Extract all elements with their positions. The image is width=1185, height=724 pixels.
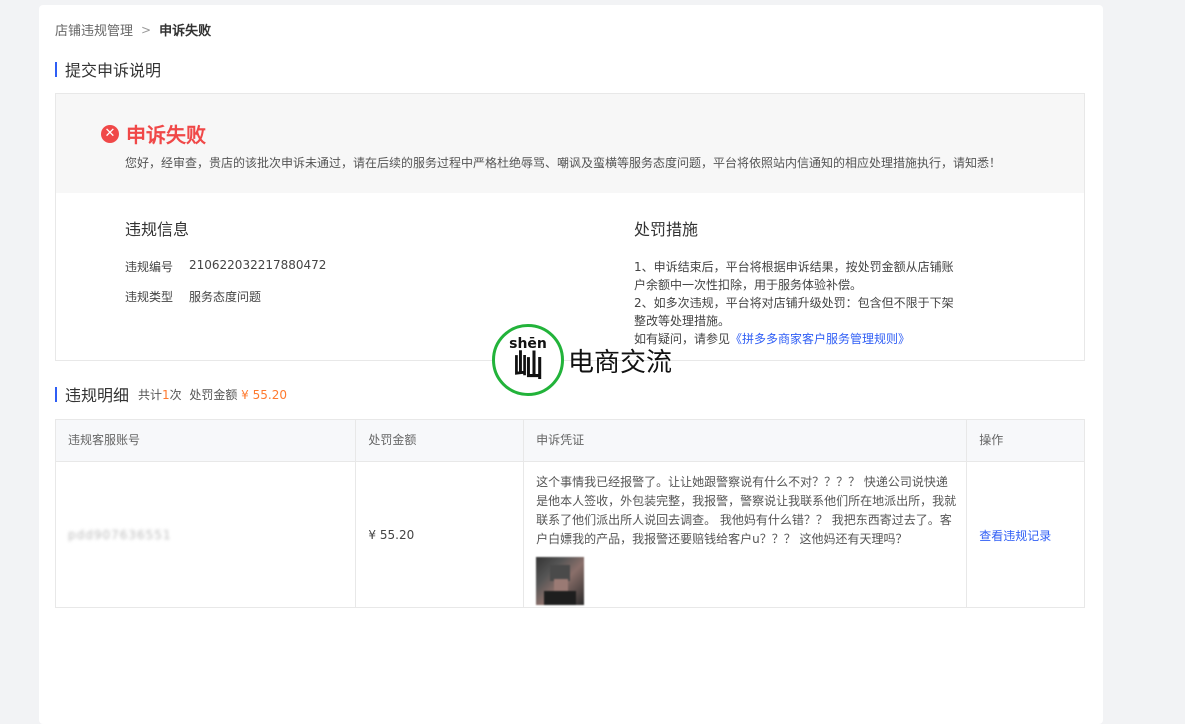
account-value: pdd907636551 (68, 528, 172, 542)
penalty-line-2: 2、如多次违规，平台将对店铺升级处罚：包含但不限于下架整改等处理措施。 (634, 296, 954, 328)
watermark-circle: shēn 屾 (492, 324, 564, 396)
total-suffix: 次 (169, 387, 182, 402)
result-status: ✕ 申诉失败 (101, 119, 206, 148)
result-description: 您好，经审查，贵店的该批次申诉未通过，请在后续的服务过程中严格杜绝辱骂、嘲讽及蛮… (125, 156, 1002, 170)
result-status-text: 申诉失败 (126, 123, 206, 147)
evidence-image-thumbnail[interactable] (536, 557, 585, 605)
violation-info-title: 违规信息 (125, 220, 190, 239)
breadcrumb-current: 申诉失败 (159, 24, 212, 39)
total-prefix: 共计 (138, 387, 163, 402)
appeal-result-box: ✕ 申诉失败 您好，经审查，贵店的该批次申诉未通过，请在后续的服务过程中严格杜绝… (55, 93, 1085, 361)
evidence-cell: 这个事情我已经报警了。让让她跟警察说有什么不对？？？？ 快递公司说快递是他本人签… (524, 462, 968, 608)
detail-section-title: 违规明细 共计1次 处罚金额 ¥ 55.20 (55, 382, 287, 406)
penalty-text: 1、申诉结束后，平台将根据申诉结果，按处罚金额从店铺账户余额中一次性扣除，用于服… (634, 258, 959, 348)
account-cell: pdd907636551 (56, 462, 357, 608)
violation-number-label: 违规编号 (125, 260, 174, 274)
header-account: 违规客服账号 (56, 420, 357, 461)
close-circle-icon: ✕ (101, 124, 119, 143)
action-cell: 查看违规记录 (967, 462, 1084, 608)
watermark-text: 电商交流 (568, 347, 673, 378)
violation-type-value: 服务态度问题 (189, 290, 262, 304)
result-header: ✕ 申诉失败 您好，经审查，贵店的该批次申诉未通过，请在后续的服务过程中严格杜绝… (56, 94, 1084, 193)
violation-type-row: 违规类型 服务态度问题 (125, 288, 326, 305)
breadcrumb-parent-link[interactable]: 店铺违规管理 (55, 20, 133, 39)
appeal-section-title-text: 提交申诉说明 (65, 61, 162, 80)
penalty-line-3: 如有疑问，请参见《拼多多商家客户服务管理规则》 (634, 330, 959, 348)
header-evidence: 申诉凭证 (524, 420, 968, 461)
table-header: 违规客服账号 处罚金额 申诉凭证 操作 (56, 420, 1084, 462)
header-action: 操作 (979, 433, 1004, 447)
violation-type-label: 违规类型 (125, 290, 174, 304)
amount-label: 处罚金额 (189, 387, 238, 402)
watermark-char: 屾 (513, 349, 543, 384)
view-violation-record-link[interactable]: 查看违规记录 (979, 527, 1051, 544)
rules-link[interactable]: 《拼多多商家客户服务管理规则》 (730, 332, 910, 346)
appeal-section-title: 提交申诉说明 (55, 57, 161, 81)
detail-section-title-text: 违规明细 (65, 386, 130, 405)
breadcrumb-separator: > (141, 22, 152, 37)
violation-info: 违规信息 违规编号 210622032217880472 违规类型 服务态度问题 (125, 216, 326, 318)
penalty-title: 处罚措施 (634, 220, 699, 239)
violation-number-row: 违规编号 210622032217880472 (125, 258, 326, 275)
evidence-text: 这个事情我已经报警了。让让她跟警察说有什么不对？？？？ 快递公司说快递是他本人签… (536, 475, 957, 546)
total-count: 1 (162, 387, 170, 402)
title-accent-bar (55, 61, 57, 77)
title-accent-bar (55, 386, 57, 402)
detail-summary: 共计1次 处罚金额 ¥ 55.20 (138, 386, 287, 403)
amount-cell-value: ¥ 55.20 (368, 528, 415, 542)
amount-value: ¥ 55.20 (241, 387, 287, 402)
penalty-line-1: 1、申诉结束后，平台将根据申诉结果，按处罚金额从店铺账户余额中一次性扣除，用于服… (634, 260, 954, 292)
penalty-info: 处罚措施 1、申诉结束后，平台将根据申诉结果，按处罚金额从店铺账户余额中一次性扣… (634, 216, 959, 348)
table-row: pdd907636551 ¥ 55.20 这个事情我已经报警了。让让她跟警察说有… (56, 462, 1084, 608)
breadcrumb: 店铺违规管理 > 申诉失败 (55, 20, 212, 40)
violation-number-value: 210622032217880472 (189, 258, 327, 272)
watermark-logo: shēn 屾 电商交流 (492, 324, 672, 396)
violation-table: 违规客服账号 处罚金额 申诉凭证 操作 pdd907636551 ¥ 55.20… (55, 419, 1085, 608)
amount-cell: ¥ 55.20 (356, 462, 525, 608)
header-amount: 处罚金额 (356, 420, 525, 461)
